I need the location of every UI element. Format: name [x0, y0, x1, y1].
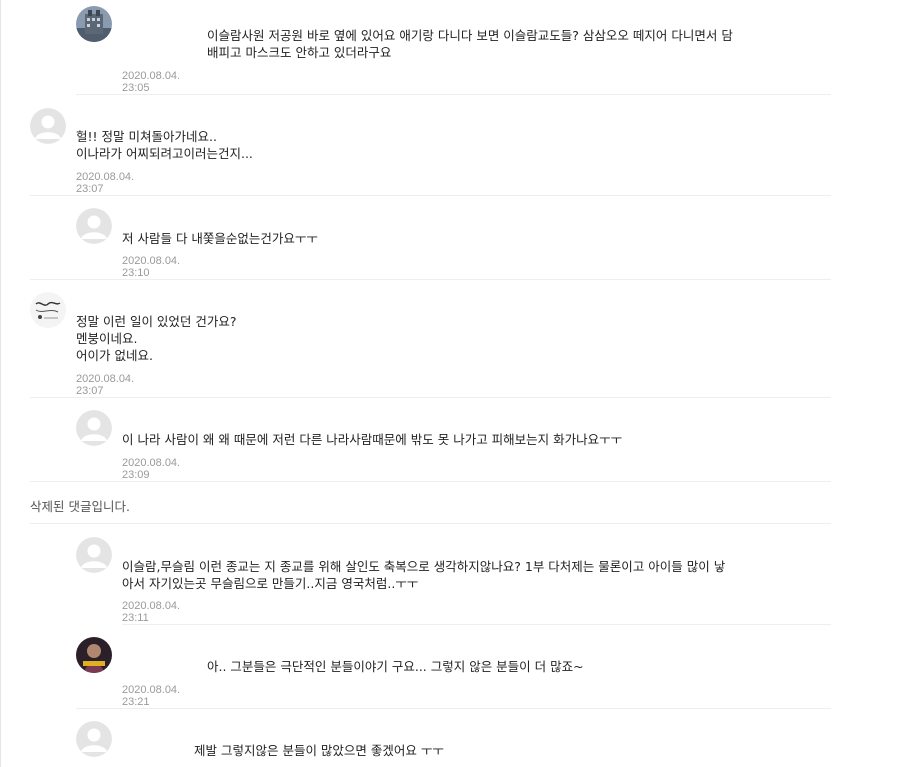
- avatar[interactable]: [30, 292, 66, 328]
- building-photo-icon: [76, 6, 112, 42]
- divider: [76, 94, 831, 95]
- comment-text: 이슬람,무슬림 이런 종교는 지 종교를 위해 살인도 축복으로 생각하지않나요…: [122, 559, 726, 591]
- sketch-profile-icon: [30, 292, 66, 328]
- avatar[interactable]: [76, 208, 112, 244]
- comment-text: 이 나라 사람이 왜 왜 때문에 저런 다른 나라사람때문에 밖도 못 나가고 …: [122, 432, 623, 447]
- comment-date: 2020.08.04. 23:21: [122, 684, 181, 708]
- left-border: [0, 0, 1, 767]
- avatar[interactable]: [76, 721, 112, 757]
- default-profile-icon: [76, 410, 112, 446]
- divider: [30, 397, 831, 398]
- deleted-comment-text: 삭제된 댓글입니다.: [30, 499, 130, 514]
- photo-profile-icon: [76, 637, 112, 673]
- comment-text: 제발 그렇지않은 분들이 많았으면 좋겠어요 ㅜㅜ: [194, 743, 444, 758]
- comment-text: 아.. 그분들은 극단적인 분들이야기 구요... 그렇지 않은 분들이 더 많…: [207, 659, 584, 674]
- default-profile-icon: [76, 721, 112, 757]
- divider: [30, 195, 831, 196]
- comment-date: 2020.08.04. 23:11: [122, 600, 181, 624]
- divider: [76, 708, 831, 709]
- avatar[interactable]: [76, 637, 112, 673]
- default-profile-icon: [30, 108, 66, 144]
- avatar[interactable]: [76, 6, 112, 42]
- avatar[interactable]: [76, 537, 112, 573]
- comment-text: 이슬람사원 저공원 바로 옆에 있어요 애기랑 다니다 보면 이슬람교도들? 삼…: [207, 28, 733, 60]
- comment-text: 정말 이런 일이 있었던 건가요? 멘붕이네요. 어이가 없네요.: [76, 314, 237, 363]
- avatar[interactable]: [76, 410, 112, 446]
- default-profile-icon: [76, 537, 112, 573]
- divider: [30, 279, 831, 280]
- divider: [122, 624, 831, 625]
- comment-text: 헐!! 정말 미쳐돌아가네요.. 이나라가 어찌되려고이러는건지...: [76, 129, 253, 161]
- comment-text: 저 사람들 다 내쫓을순없는건가요ㅜㅜ: [122, 231, 318, 246]
- comment-date: 2020.08.04. 23:07: [76, 171, 135, 195]
- comment-date: 2020.08.04. 23:09: [122, 457, 181, 481]
- comment-date: 2020.08.04. 23:10: [122, 255, 181, 279]
- divider: [30, 523, 831, 524]
- divider: [30, 481, 831, 482]
- default-profile-icon: [76, 208, 112, 244]
- comment-date: 2020.08.04. 23:05: [122, 70, 181, 94]
- avatar[interactable]: [30, 108, 66, 144]
- comment-date: 2020.08.04. 23:07: [76, 373, 135, 397]
